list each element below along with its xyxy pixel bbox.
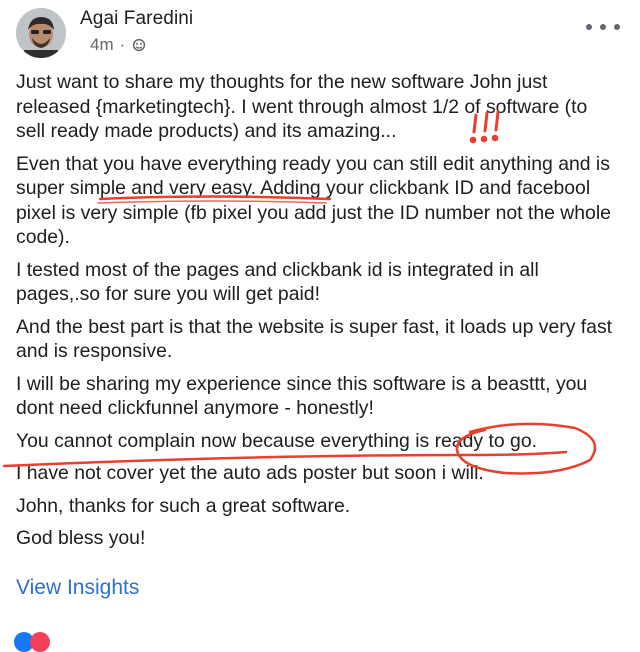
post-paragraph: I have not cover yet the auto ads poster… (16, 462, 484, 484)
post-header: Agai Faredini 4m · (0, 0, 640, 72)
meta-separator: · (119, 35, 126, 54)
love-icon (30, 632, 50, 652)
post-paragraph: God bless you! (16, 527, 146, 549)
avatar[interactable] (16, 8, 66, 58)
post-body: Just want to share my thoughts for the n… (16, 70, 621, 559)
author-name[interactable]: Agai Faredini (80, 8, 193, 30)
post-paragraph: I tested most of the pages and clickbank… (16, 258, 539, 306)
post-paragraph: You cannot complain now because everythi… (16, 429, 538, 452)
view-insights-link[interactable]: View Insights (16, 576, 139, 600)
post-paragraph: I will be sharing my experience since th… (16, 372, 588, 420)
post-time[interactable]: 4m (90, 35, 114, 55)
friends-icon (133, 38, 146, 52)
post-paragraph: John, thanks for such a great software. (16, 494, 351, 517)
profile-photo (16, 8, 66, 58)
post-paragraph: And the best part is that the website is… (16, 315, 613, 363)
post-meta: 4m · (90, 35, 147, 55)
more-options-icon[interactable] (586, 20, 620, 34)
post-paragraph: Even that you have everything ready you … (16, 152, 611, 249)
post-paragraph: Just want to share my thoughts for the n… (16, 71, 588, 142)
reaction-icons[interactable] (14, 632, 74, 652)
